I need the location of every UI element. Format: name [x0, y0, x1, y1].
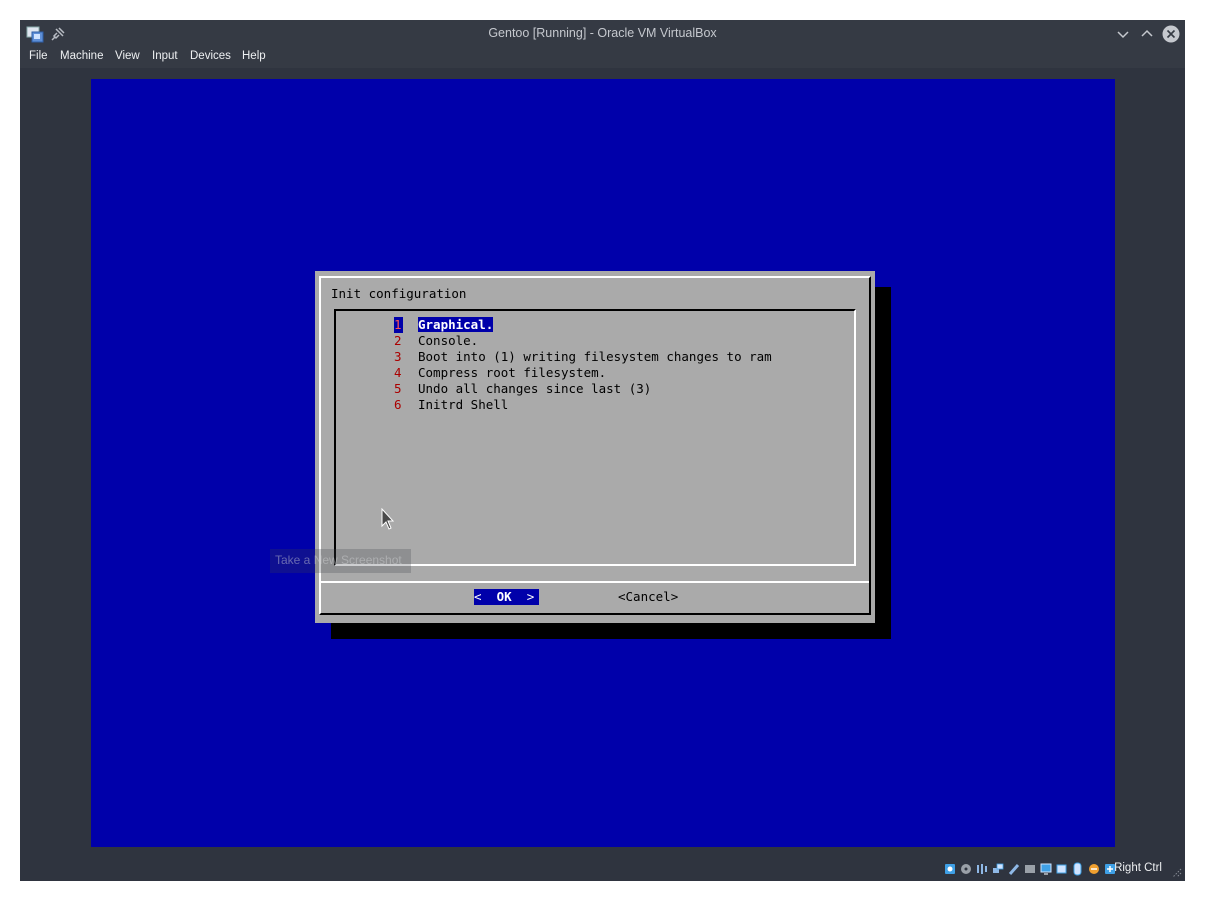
menu-item-5[interactable]: 5 Undo all changes since last (3) [394, 381, 651, 397]
optical-drive-icon[interactable] [960, 862, 972, 876]
mouse-integration-icon[interactable] [1072, 862, 1084, 876]
display-icon[interactable] [1040, 862, 1052, 876]
shared-folders-icon[interactable] [1024, 862, 1036, 876]
menu-item-label: Compress root filesystem. [418, 365, 607, 380]
mouse-cursor-icon [381, 508, 395, 530]
menu-devices[interactable]: Devices [190, 50, 231, 62]
menu-input[interactable]: Input [152, 50, 178, 62]
menu-help[interactable]: Help [242, 50, 266, 62]
minimize-icon[interactable] [1114, 25, 1132, 43]
button-separator [321, 581, 869, 583]
cancel-label: Cancel [625, 589, 671, 604]
dialog-title: Init configuration [331, 286, 467, 301]
cancel-button[interactable]: <Cancel> [618, 589, 678, 605]
status-indicators [944, 862, 1115, 876]
menu-item-number: 4 [394, 365, 402, 380]
menu-item-label: Graphical. [418, 317, 494, 332]
menu-item-number: 3 [394, 349, 402, 364]
menu-view[interactable]: View [115, 50, 140, 62]
hard-disk-icon[interactable] [944, 862, 956, 876]
menu-item-4[interactable]: 4 Compress root filesystem. [394, 365, 606, 381]
menu-item-label: Undo all changes since last (3) [418, 381, 652, 396]
menu-item-label: Console. [418, 333, 479, 348]
ok-button[interactable]: < OK > [474, 589, 539, 605]
network-icon[interactable] [992, 862, 1004, 876]
virtualbox-window: Gentoo [Running] - Oracle VM VirtualBox … [20, 20, 1185, 881]
menu-item-number: 6 [394, 397, 402, 412]
cpu-icon[interactable] [1088, 862, 1100, 876]
menu-item-number: 1 [394, 317, 403, 333]
host-key-label[interactable]: Right Ctrl [1114, 862, 1162, 874]
close-icon[interactable] [1162, 25, 1180, 43]
menu-list: 1 Graphical. 2 Console. 3 Boot into (1) wri… [334, 309, 856, 566]
recording-icon[interactable] [1056, 862, 1068, 876]
menu-machine[interactable]: Machine [60, 50, 103, 62]
menu-item-label: Initrd Shell [418, 397, 509, 412]
menu-item-number: 2 [394, 333, 402, 348]
menu-item-number: 5 [394, 381, 402, 396]
screenshot-tooltip: Take a New Screenshot [270, 549, 411, 573]
menu-item-2[interactable]: 2 Console. [394, 333, 478, 349]
audio-icon[interactable] [976, 862, 988, 876]
menu-item-label: Boot into (1) writing filesystem changes… [418, 349, 772, 364]
status-bar: Right Ctrl [20, 857, 1185, 881]
maximize-icon[interactable] [1138, 25, 1156, 43]
menu-item-3[interactable]: 3 Boot into (1) writing filesystem change… [394, 349, 772, 365]
menu-file[interactable]: File [29, 50, 48, 62]
ok-label: OK [496, 589, 512, 604]
vm-display[interactable]: Init configuration 1 Graphical. 2 Console.… [91, 79, 1115, 847]
resize-grip-icon[interactable] [1172, 868, 1182, 878]
usb-icon[interactable] [1008, 862, 1020, 876]
menu-item-6[interactable]: 6 Initrd Shell [394, 397, 508, 413]
menu-item-1[interactable]: 1 Graphical. [394, 317, 494, 333]
menu-bar: File Machine View Input Devices Help [20, 48, 1185, 68]
title-bar[interactable]: Gentoo [Running] - Oracle VM VirtualBox [20, 20, 1185, 48]
window-title: Gentoo [Running] - Oracle VM VirtualBox [488, 26, 717, 40]
